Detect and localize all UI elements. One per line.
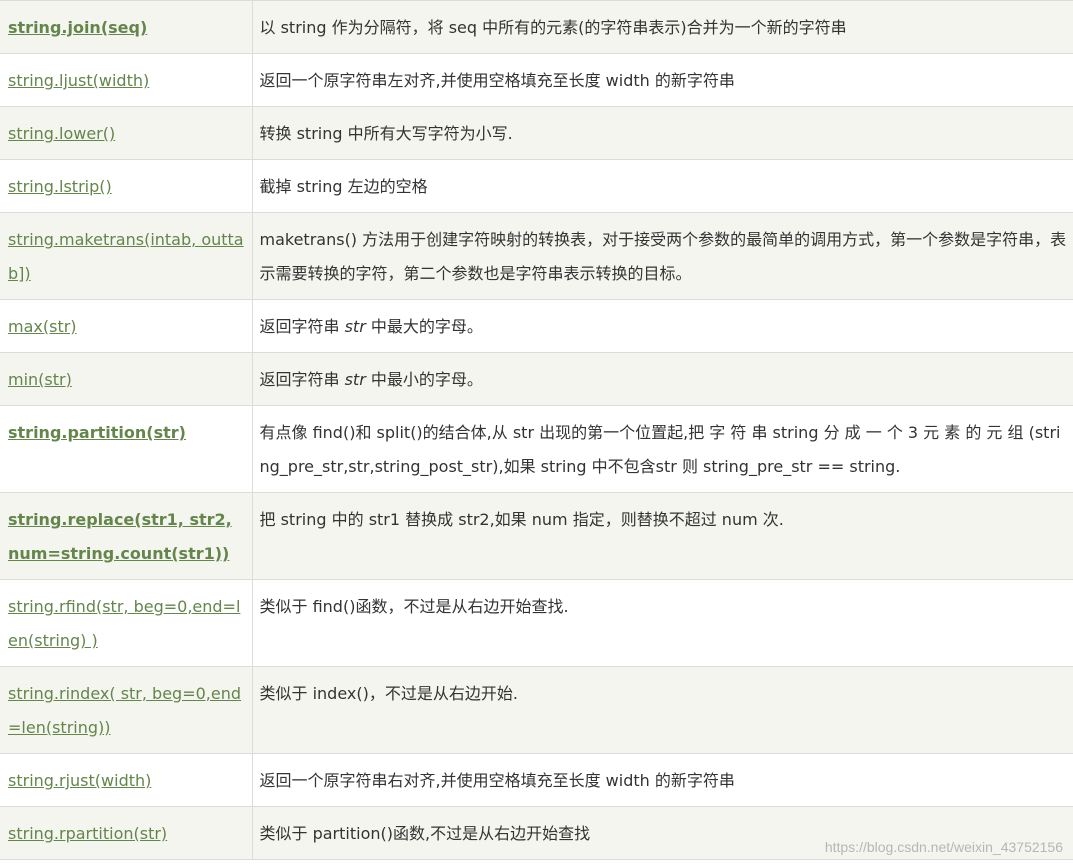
description-text: 类似于 index()，不过是从右边开始. — [259, 684, 518, 703]
description-param: str — [344, 370, 366, 389]
description-text: 以 string 作为分隔符，将 seq 中所有的元素(的字符串表示)合并为一个… — [259, 18, 847, 37]
method-link[interactable]: string.partition(str) — [8, 423, 186, 442]
description-text: 转换 string 中所有大写字符为小写. — [259, 124, 513, 143]
method-link[interactable]: string.rfind(str, beg=0,end=len(string) … — [8, 597, 240, 650]
description-text: 中最大的字母。 — [365, 317, 483, 336]
method-cell: string.rjust(width) — [0, 753, 253, 807]
method-cell: string.rpartition(str) — [0, 806, 253, 860]
method-cell: max(str) — [0, 299, 253, 353]
description-cell: 类似于 index()，不过是从右边开始. — [252, 666, 1073, 754]
method-cell: string.lstrip() — [0, 159, 253, 213]
table-row: string.ljust(width) 返回一个原字符串左对齐,并使用空格填充至长… — [0, 53, 1073, 107]
description-text: maketrans() 方法用于创建字符映射的转换表，对于接受两个参数的最简单的… — [259, 230, 1067, 283]
table-row: string.rindex( str, beg=0,end=len(string… — [0, 666, 1073, 754]
method-cell: string.join(seq) — [0, 0, 253, 54]
description-text: 有点像 find()和 split()的结合体,从 str 出现的第一个位置起,… — [259, 423, 1061, 476]
description-cell: 返回一个原字符串右对齐,并使用空格填充至长度 width 的新字符串 — [252, 753, 1073, 807]
table-row: string.replace(str1, str2, num=string.co… — [0, 492, 1073, 580]
method-link[interactable]: max(str) — [8, 317, 77, 336]
description-text: 返回字符串 — [259, 370, 345, 389]
table-row: min(str) 返回字符串 str 中最小的字母。 — [0, 352, 1073, 406]
table-row: string.join(seq) 以 string 作为分隔符，将 seq 中所有… — [0, 0, 1073, 54]
method-link[interactable]: string.rjust(width) — [8, 771, 151, 790]
method-cell: string.partition(str) — [0, 405, 253, 493]
method-link[interactable]: string.maketrans(intab, outtab]) — [8, 230, 244, 283]
method-link[interactable]: string.ljust(width) — [8, 71, 149, 90]
description-cell: 把 string 中的 str1 替换成 str2,如果 num 指定，则替换不… — [252, 492, 1073, 580]
method-cell: string.replace(str1, str2, num=string.co… — [0, 492, 253, 580]
method-link[interactable]: string.lower() — [8, 124, 115, 143]
method-link[interactable]: string.replace(str1, str2, num=string.co… — [8, 510, 232, 563]
method-link[interactable]: string.rpartition(str) — [8, 824, 167, 843]
description-text: 类似于 partition()函数,不过是从右边开始查找 — [259, 824, 591, 843]
description-cell: 类似于 find()函数，不过是从右边开始查找. — [252, 579, 1073, 667]
method-cell: min(str) — [0, 352, 253, 406]
watermark: https://blog.csdn.net/weixin_43752156 — [824, 839, 1063, 855]
method-cell: string.rindex( str, beg=0,end=len(string… — [0, 666, 253, 754]
method-link[interactable]: min(str) — [8, 370, 72, 389]
description-param: str — [344, 317, 366, 336]
description-text: 返回一个原字符串右对齐,并使用空格填充至长度 width 的新字符串 — [259, 771, 735, 790]
description-cell: 以 string 作为分隔符，将 seq 中所有的元素(的字符串表示)合并为一个… — [252, 0, 1073, 54]
description-text: 把 string 中的 str1 替换成 str2,如果 num 指定，则替换不… — [259, 510, 784, 529]
description-cell: 返回字符串 str 中最大的字母。 — [252, 299, 1073, 353]
table-body: string.join(seq) 以 string 作为分隔符，将 seq 中所有… — [0, 0, 1073, 860]
description-text: 类似于 find()函数，不过是从右边开始查找. — [259, 597, 569, 616]
description-text: 中最小的字母。 — [365, 370, 483, 389]
table-row: string.partition(str) 有点像 find()和 split()… — [0, 405, 1073, 493]
table-row: string.rjust(width) 返回一个原字符串右对齐,并使用空格填充至长… — [0, 753, 1073, 807]
table-row: string.maketrans(intab, outtab]) maketran… — [0, 212, 1073, 300]
table-row: string.lower() 转换 string 中所有大写字符为小写. — [0, 106, 1073, 160]
table-row: max(str) 返回字符串 str 中最大的字母。 — [0, 299, 1073, 353]
description-cell: 返回字符串 str 中最小的字母。 — [252, 352, 1073, 406]
table-row: string.rfind(str, beg=0,end=len(string) … — [0, 579, 1073, 667]
string-methods-table: string.join(seq) 以 string 作为分隔符，将 seq 中所有… — [0, 0, 1073, 860]
description-cell: maketrans() 方法用于创建字符映射的转换表，对于接受两个参数的最简单的… — [252, 212, 1073, 300]
method-link[interactable]: string.rindex( str, beg=0,end=len(string… — [8, 684, 241, 737]
table-row: string.lstrip() 截掉 string 左边的空格 — [0, 159, 1073, 213]
method-link[interactable]: string.lstrip() — [8, 177, 112, 196]
description-text: 返回一个原字符串左对齐,并使用空格填充至长度 width 的新字符串 — [259, 71, 735, 90]
description-cell: 返回一个原字符串左对齐,并使用空格填充至长度 width 的新字符串 — [252, 53, 1073, 107]
description-text: 截掉 string 左边的空格 — [259, 177, 428, 196]
method-cell: string.maketrans(intab, outtab]) — [0, 212, 253, 300]
description-text: 返回字符串 — [259, 317, 345, 336]
method-link[interactable]: string.join(seq) — [8, 18, 147, 37]
description-cell: 转换 string 中所有大写字符为小写. — [252, 106, 1073, 160]
method-cell: string.lower() — [0, 106, 253, 160]
method-cell: string.rfind(str, beg=0,end=len(string) … — [0, 579, 253, 667]
description-cell: 有点像 find()和 split()的结合体,从 str 出现的第一个位置起,… — [252, 405, 1073, 493]
description-cell: 截掉 string 左边的空格 — [252, 159, 1073, 213]
method-cell: string.ljust(width) — [0, 53, 253, 107]
